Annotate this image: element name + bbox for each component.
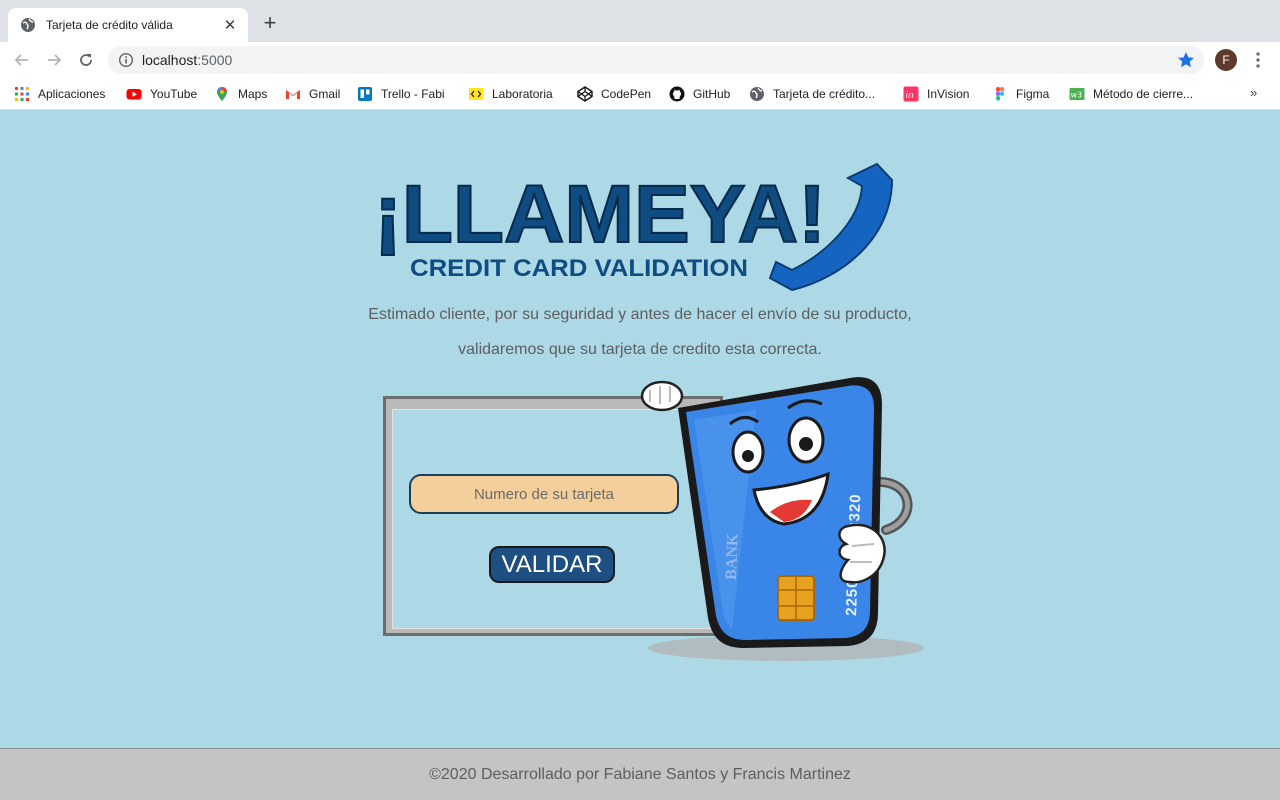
- bookmark-metodo[interactable]: w3 Método de cierre...: [1069, 85, 1193, 103]
- browser-tab[interactable]: Tarjeta de crédito válida ✕: [8, 8, 248, 42]
- site-info-icon[interactable]: [118, 52, 134, 68]
- bookmark-label: Gmail: [309, 87, 341, 101]
- bookmark-label: Tarjeta de crédito...: [773, 87, 876, 101]
- bookmark-label: InVision: [927, 87, 970, 101]
- intro-text-line-1: Estimado cliente, por su seguridad y ant…: [368, 306, 912, 323]
- bookmark-maps[interactable]: Maps: [214, 85, 267, 103]
- new-tab-button[interactable]: +: [258, 12, 282, 36]
- maps-pin-icon: [217, 87, 227, 101]
- bookmarks-bar: Aplicaciones YouTube Maps Gmail Trello -…: [0, 78, 1280, 110]
- logo-subtitle: CREDIT CARD VALIDATION: [410, 255, 748, 282]
- globe-icon: [750, 87, 764, 101]
- github-icon: [669, 86, 685, 102]
- tab-title: Tarjeta de crédito válida: [46, 18, 173, 32]
- close-tab-icon[interactable]: ✕: [222, 16, 238, 34]
- address-bar[interactable]: localhost:5000: [108, 46, 1204, 74]
- url-host: localhost: [142, 52, 198, 68]
- browser-toolbar: localhost:5000 F: [0, 42, 1280, 78]
- invision-icon: in: [903, 86, 919, 102]
- bookmark-label: Trello - Fabi: [381, 87, 445, 101]
- bookmark-codepen[interactable]: CodePen: [577, 85, 651, 103]
- bookmark-laboratoria[interactable]: Laboratoria: [468, 85, 553, 103]
- bookmark-aplicaciones[interactable]: Aplicaciones: [14, 85, 105, 103]
- forward-arrow-icon: [48, 54, 62, 66]
- browser-menu-icon[interactable]: [1250, 50, 1266, 70]
- bookmark-label: Figma: [1016, 87, 1050, 101]
- reload-icon: [80, 54, 92, 66]
- bookmark-star-icon[interactable]: [1176, 50, 1196, 70]
- youtube-icon: [126, 89, 142, 100]
- bookmark-figma[interactable]: Figma: [992, 85, 1049, 103]
- logo-title: ¡LLAMEYA!: [374, 169, 826, 260]
- back-arrow-icon: [14, 54, 28, 66]
- svg-text:w3: w3: [1071, 91, 1083, 100]
- bookmark-label: Aplicaciones: [38, 87, 106, 101]
- trello-icon: [358, 87, 372, 101]
- url-port: :5000: [197, 52, 233, 68]
- bookmark-gmail[interactable]: Gmail: [285, 85, 340, 103]
- globe-icon: [21, 18, 35, 32]
- bookmark-youtube[interactable]: YouTube: [126, 85, 197, 103]
- forward-button[interactable]: [42, 48, 66, 72]
- more-bookmarks-button[interactable]: »: [1250, 85, 1257, 100]
- codepen-icon: [577, 86, 593, 102]
- bookmark-trello[interactable]: Trello - Fabi: [357, 85, 445, 103]
- bookmark-github[interactable]: GitHub: [669, 85, 730, 103]
- apps-grid-icon: [15, 87, 29, 101]
- llameya-logo: ¡LLAMEYA! CREDIT CARD VALIDATION: [373, 162, 894, 292]
- back-button[interactable]: [10, 48, 34, 72]
- bookmark-label: Maps: [238, 87, 268, 101]
- mascot-bank-label: BANK: [723, 533, 742, 580]
- profile-avatar[interactable]: F: [1215, 49, 1237, 71]
- validar-button[interactable]: VALIDAR: [489, 546, 615, 583]
- gmail-icon: [286, 90, 300, 99]
- svg-text:in: in: [906, 91, 915, 101]
- bookmark-label: Método de cierre...: [1093, 87, 1194, 101]
- bookmark-invision[interactable]: in InVision: [903, 85, 969, 103]
- browser-tab-strip: Tarjeta de crédito válida ✕ +: [0, 0, 1280, 42]
- w3-icon: w3: [1069, 88, 1085, 100]
- intro-text-line-2: validaremos que su tarjeta de credito es…: [458, 341, 822, 358]
- page-footer: ©2020 Desarrollado por Fabiane Santos y …: [0, 748, 1280, 800]
- laboratoria-icon: [469, 88, 483, 100]
- bookmark-label: YouTube: [150, 87, 198, 101]
- bookmark-label: Laboratoria: [492, 87, 553, 101]
- reload-button[interactable]: [74, 48, 98, 72]
- figma-icon: [996, 87, 1004, 101]
- bookmark-label: GitHub: [693, 87, 731, 101]
- credit-card-mascot: BANK 2250 5537 3320: [640, 377, 924, 661]
- bookmark-tarjeta[interactable]: Tarjeta de crédito...: [749, 85, 875, 103]
- bookmark-label: CodePen: [601, 87, 652, 101]
- mascot-glove-top: [640, 380, 684, 412]
